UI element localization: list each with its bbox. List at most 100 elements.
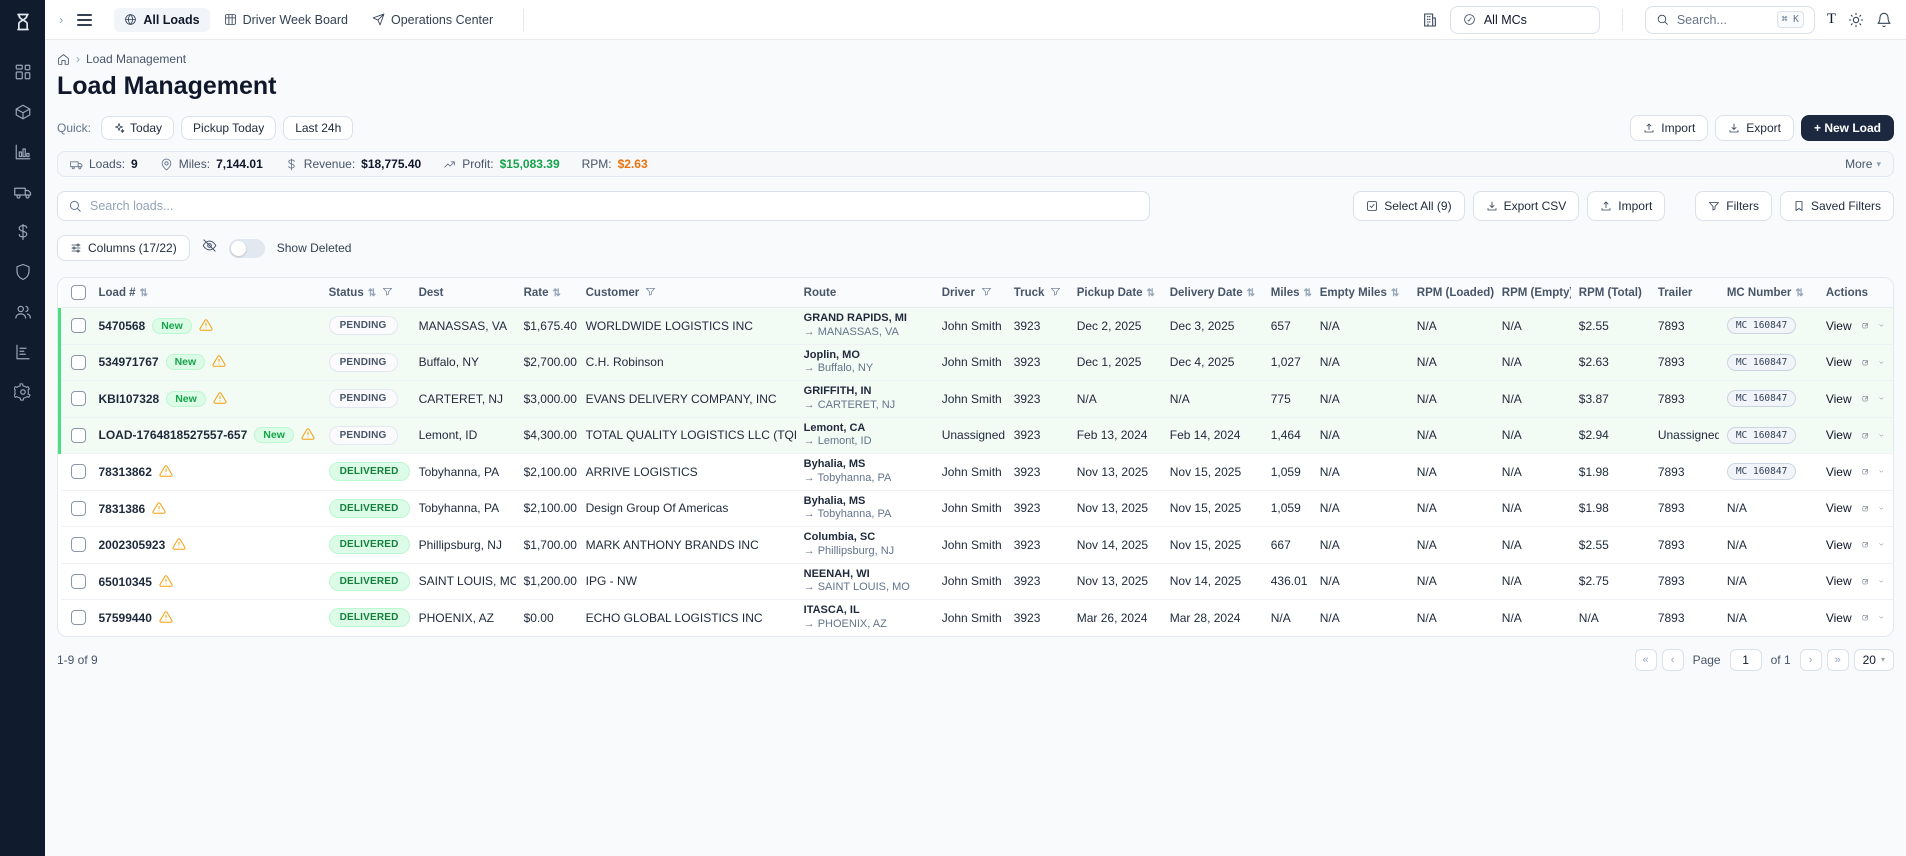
- row-checkbox[interactable]: [71, 354, 86, 370]
- next-page-button[interactable]: ›: [1799, 648, 1822, 671]
- users-icon[interactable]: [14, 303, 32, 321]
- column-header-delivery-date[interactable]: Delivery Date ⇅: [1161, 278, 1263, 308]
- sort-icon[interactable]: ⇅: [1247, 288, 1255, 299]
- load-number[interactable]: LOAD-1764818527557-657: [99, 428, 248, 442]
- edit-icon[interactable]: [1862, 611, 1869, 624]
- edit-icon[interactable]: [1862, 575, 1869, 588]
- package-icon[interactable]: [14, 103, 32, 121]
- view-button[interactable]: View: [1826, 501, 1852, 515]
- report-icon[interactable]: [14, 343, 32, 361]
- view-button[interactable]: View: [1826, 538, 1852, 552]
- filter-icon[interactable]: [645, 286, 656, 297]
- columns-button[interactable]: Columns (17/22): [57, 235, 190, 261]
- mc-selector[interactable]: All MCs: [1449, 5, 1600, 34]
- column-header-customer[interactable]: Customer: [577, 278, 796, 308]
- prev-page-button[interactable]: ‹: [1661, 648, 1684, 671]
- bar-chart-icon[interactable]: [14, 143, 32, 161]
- load-number[interactable]: 7831386: [99, 502, 146, 516]
- column-header-load[interactable]: Load # ⇅: [90, 278, 321, 308]
- row-checkbox[interactable]: [71, 537, 86, 553]
- app-logo-icon[interactable]: [13, 12, 33, 37]
- load-number[interactable]: 65010345: [99, 575, 152, 589]
- sidebar-expand-icon[interactable]: ›: [59, 12, 63, 27]
- edit-icon[interactable]: [1862, 502, 1869, 515]
- sort-icon[interactable]: ⇅: [1147, 288, 1155, 299]
- chevron-down-icon[interactable]: [1878, 575, 1885, 588]
- edit-icon[interactable]: [1862, 392, 1869, 405]
- saved-filters-button[interactable]: Saved Filters: [1779, 191, 1894, 221]
- new-load-button[interactable]: + New Load: [1800, 115, 1894, 141]
- row-checkbox[interactable]: [71, 573, 86, 589]
- menu-icon[interactable]: [73, 10, 96, 30]
- bell-icon[interactable]: [1876, 12, 1892, 28]
- stats-more-button[interactable]: More ▾: [1845, 157, 1881, 171]
- edit-icon[interactable]: [1862, 319, 1869, 332]
- chevron-down-icon[interactable]: [1878, 538, 1885, 551]
- column-header-mc-number[interactable]: MC Number ⇅: [1718, 278, 1818, 308]
- sort-icon[interactable]: ⇅: [553, 288, 561, 299]
- filter-icon[interactable]: [382, 286, 393, 297]
- theme-sun-icon[interactable]: [1848, 12, 1864, 28]
- edit-icon[interactable]: [1862, 429, 1869, 442]
- row-checkbox[interactable]: [71, 391, 86, 407]
- first-page-button[interactable]: «: [1634, 648, 1657, 671]
- column-header-miles[interactable]: Miles ⇅: [1262, 278, 1312, 308]
- import-button[interactable]: Import: [1630, 115, 1709, 141]
- sort-icon[interactable]: ⇅: [1304, 288, 1312, 299]
- view-button[interactable]: View: [1826, 465, 1852, 479]
- chevron-down-icon[interactable]: [1878, 429, 1885, 442]
- view-button[interactable]: View: [1826, 319, 1852, 333]
- sort-icon[interactable]: ⇅: [1391, 288, 1399, 299]
- truck-icon[interactable]: [13, 183, 32, 201]
- home-icon[interactable]: [57, 53, 70, 66]
- load-number[interactable]: 78313862: [99, 465, 152, 479]
- chevron-down-icon[interactable]: [1878, 392, 1885, 405]
- sort-icon[interactable]: ⇅: [140, 288, 148, 299]
- filters-button[interactable]: Filters: [1695, 191, 1772, 221]
- row-checkbox[interactable]: [71, 464, 86, 480]
- show-deleted-toggle[interactable]: [228, 238, 265, 258]
- select-all-checkbox[interactable]: [71, 285, 86, 300]
- quick-filter-last-24h[interactable]: Last 24h: [283, 116, 354, 140]
- edit-icon[interactable]: [1862, 356, 1869, 369]
- column-header-rate[interactable]: Rate ⇅: [515, 278, 578, 308]
- view-button[interactable]: View: [1826, 611, 1852, 625]
- row-checkbox[interactable]: [71, 318, 86, 334]
- view-button[interactable]: View: [1826, 355, 1852, 369]
- column-header-truck[interactable]: Truck: [1005, 278, 1069, 308]
- dashboard-icon[interactable]: [14, 63, 32, 81]
- export-csv-button[interactable]: Export CSV: [1472, 191, 1580, 221]
- search-loads-input[interactable]: Search loads...: [57, 191, 1150, 221]
- load-number[interactable]: 57599440: [99, 611, 152, 625]
- dollar-icon[interactable]: [14, 223, 32, 241]
- load-number[interactable]: 2002305923: [99, 538, 166, 552]
- chevron-down-icon[interactable]: [1878, 319, 1885, 332]
- edit-icon[interactable]: [1862, 538, 1869, 551]
- edit-icon[interactable]: [1862, 465, 1869, 478]
- select-all-button[interactable]: Select All (9): [1353, 191, 1465, 221]
- filter-icon[interactable]: [981, 286, 992, 297]
- view-button[interactable]: View: [1826, 392, 1852, 406]
- row-checkbox[interactable]: [71, 610, 86, 626]
- shield-icon[interactable]: [14, 263, 32, 281]
- sort-icon[interactable]: ⇅: [368, 288, 376, 299]
- load-number[interactable]: 534971767: [99, 355, 159, 369]
- column-header-empty-miles[interactable]: Empty Miles ⇅: [1311, 278, 1409, 308]
- column-header-driver[interactable]: Driver: [933, 278, 1006, 308]
- chevron-down-icon[interactable]: [1878, 465, 1885, 478]
- view-button[interactable]: View: [1826, 574, 1852, 588]
- global-search-input[interactable]: Search... ⌘ K: [1644, 5, 1815, 34]
- tab-all-loads[interactable]: All Loads: [114, 7, 210, 32]
- sort-icon[interactable]: ⇅: [1795, 288, 1803, 299]
- view-button[interactable]: View: [1826, 428, 1852, 442]
- page-size-select[interactable]: 20 ▾: [1853, 648, 1894, 671]
- avatar-initial[interactable]: T: [1827, 11, 1836, 28]
- last-page-button[interactable]: »: [1826, 648, 1849, 671]
- quick-filter-pickup-today[interactable]: Pickup Today: [181, 116, 277, 140]
- import-csv-button[interactable]: Import: [1587, 191, 1666, 221]
- row-checkbox[interactable]: [71, 500, 86, 516]
- quick-filter-today[interactable]: Today: [101, 116, 175, 140]
- tab-driver-week-board[interactable]: Driver Week Board: [214, 8, 358, 32]
- filter-icon[interactable]: [1050, 286, 1061, 297]
- load-number[interactable]: 5470568: [99, 319, 146, 333]
